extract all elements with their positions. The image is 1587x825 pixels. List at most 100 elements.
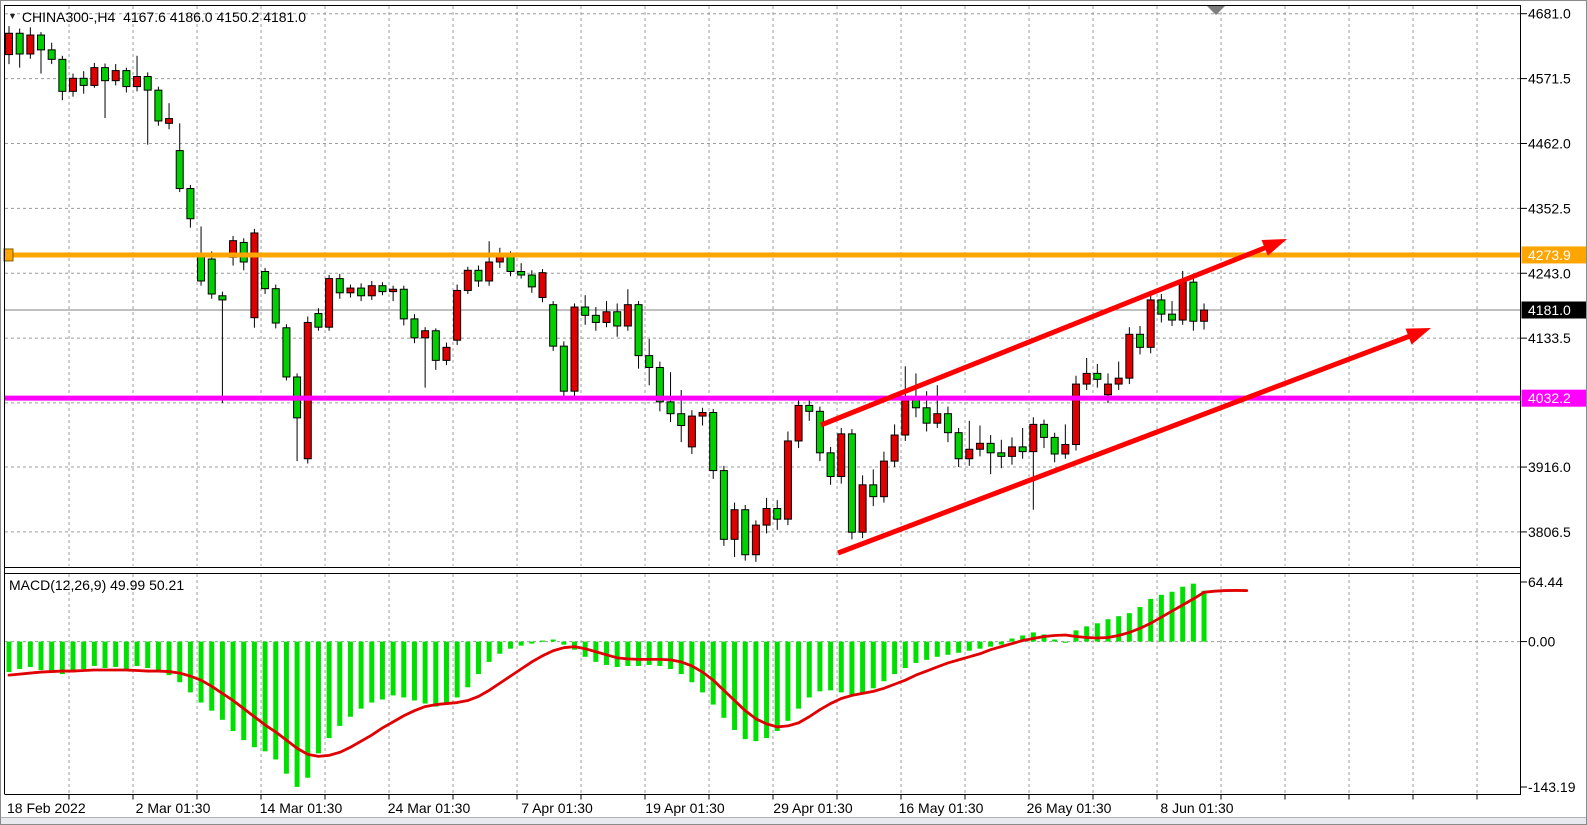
candle-up [1105, 384, 1112, 395]
candle-down [710, 413, 717, 471]
candle-down [742, 510, 749, 555]
candle-up [390, 289, 397, 291]
macd-histogram-bar [199, 642, 204, 703]
candle-up [624, 305, 631, 326]
macd-histogram-bar [316, 642, 321, 754]
macd-histogram-bar [273, 642, 278, 760]
macd-histogram-bar [967, 642, 972, 651]
macd-histogram-bar [721, 642, 726, 718]
candle-up [1201, 310, 1208, 321]
macd-histogram-bar [679, 642, 684, 675]
candle-down [411, 319, 418, 338]
macd-histogram-bar [327, 642, 332, 739]
candle-down [518, 271, 525, 275]
candle-up [368, 286, 375, 296]
macd-histogram-bar [487, 642, 492, 662]
candle-up [902, 397, 909, 435]
candle-up [251, 233, 258, 318]
line-drag-handle-icon[interactable] [4, 249, 13, 261]
macd-histogram-bar [241, 642, 246, 741]
candle-down [336, 279, 343, 293]
macd-histogram-bar [145, 642, 150, 668]
candle-down [400, 289, 407, 319]
candle-down [155, 90, 162, 121]
candle-up [880, 461, 887, 497]
macd-histogram-bar [359, 642, 364, 709]
macd-histogram-bar [49, 642, 54, 672]
candle-down [848, 434, 855, 532]
time-scale-area[interactable] [5, 795, 1521, 817]
macd-histogram-bar [1116, 616, 1121, 641]
macd-histogram-bar [668, 642, 673, 669]
macd-histogram-bar [529, 642, 534, 644]
candle-down [667, 402, 674, 414]
macd-histogram-bar [785, 642, 790, 721]
chart-title: ▼ CHINA300-,H4 4167.6 4186.0 4150.2 4181… [8, 10, 306, 25]
candle-down [48, 50, 55, 59]
candle-down [1158, 300, 1165, 314]
candle-up [454, 290, 461, 340]
candle-up [752, 525, 759, 555]
candle-down [507, 256, 514, 271]
macd-histogram-bar [935, 642, 940, 657]
macd-histogram-bar [60, 642, 65, 675]
macd-histogram-bar [561, 642, 566, 645]
candle-up [91, 68, 98, 86]
macd-histogram-bar [775, 642, 780, 731]
candle-down [646, 356, 653, 368]
macd-histogram-bar [871, 642, 876, 689]
candle-up [6, 33, 13, 54]
candle-up [1147, 300, 1154, 347]
candle-down [955, 433, 962, 459]
macd-histogram-bar [1138, 607, 1143, 642]
macd-histogram-bar [81, 642, 86, 669]
candle-up [571, 307, 578, 391]
macd-histogram-bar [113, 642, 118, 667]
candle-down [528, 275, 535, 287]
macd-histogram-bar [1191, 584, 1196, 642]
macd-histogram-bar [337, 642, 342, 726]
macd-histogram-bar [924, 642, 929, 660]
macd-histogram-bar [305, 642, 310, 778]
candle-up [112, 71, 119, 81]
candle-down [80, 78, 87, 85]
candle-down [315, 314, 322, 328]
candle-down [102, 68, 109, 81]
macd-histogram-bar [1148, 599, 1153, 642]
candle-up [539, 273, 546, 298]
macd-histogram-bar [1009, 639, 1014, 642]
candle-down [1190, 282, 1197, 321]
macd-histogram-bar [71, 642, 76, 672]
candle-down [560, 346, 567, 391]
macd-histogram-bar [412, 642, 417, 701]
candle-down [816, 411, 823, 452]
macd-histogram-bar [807, 642, 812, 698]
candle-down [987, 443, 994, 452]
macd-histogram-bar [508, 642, 513, 649]
candle-up [304, 322, 311, 458]
candle-up [976, 443, 983, 449]
chart-area[interactable]: 4681.04571.54462.04352.54243.04133.53916… [1, 1, 1587, 825]
macd-histogram-bar [977, 642, 982, 649]
macd-histogram-bar [188, 642, 193, 693]
candle-up [1008, 447, 1015, 456]
macd-histogram-bar [177, 642, 182, 683]
macd-histogram-bar [1052, 640, 1057, 642]
candle-down [806, 405, 813, 411]
candle-up [688, 416, 695, 447]
candle-down [827, 453, 834, 477]
symbol-ohlc-text: CHINA300-,H4 4167.6 4186.0 4150.2 4181.0 [22, 10, 306, 25]
candle-up [891, 435, 898, 461]
candle-up [1115, 378, 1122, 384]
macd-histogram-bar [519, 642, 524, 646]
candle-down [358, 288, 365, 296]
candle-down [208, 259, 215, 294]
macd-histogram-bar [455, 642, 460, 698]
price-scale-area[interactable] [1522, 5, 1587, 795]
candle-down [550, 305, 557, 346]
macd-histogram-bar [999, 642, 1004, 645]
candle-down [592, 315, 599, 322]
macd-histogram-bar [231, 642, 236, 731]
macd-histogram-bar [92, 642, 97, 666]
macd-histogram-bar [839, 642, 844, 693]
